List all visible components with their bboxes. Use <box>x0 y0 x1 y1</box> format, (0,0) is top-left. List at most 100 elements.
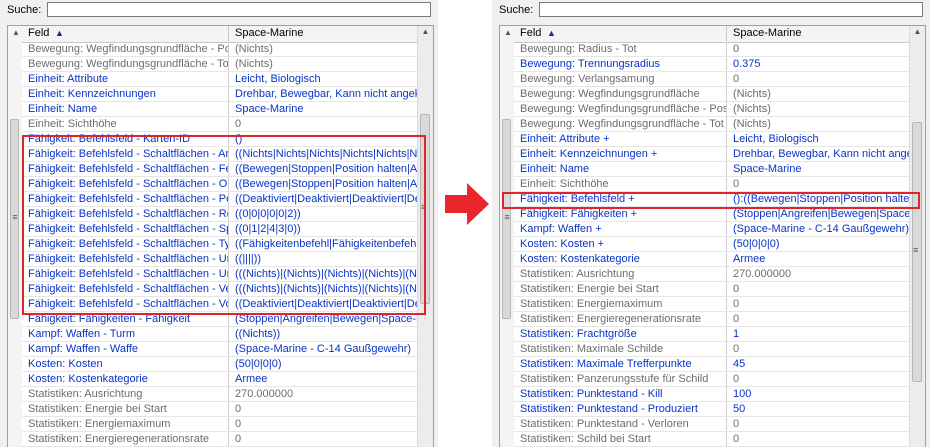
field-value-cell[interactable]: (Nichts) <box>229 42 418 56</box>
table-row[interactable]: Statistiken: Energieregenerationsrate 0 <box>22 432 418 447</box>
column-header-feld[interactable]: Feld ▲ <box>22 26 229 41</box>
table-row[interactable]: Statistiken: Energie bei Start 0 <box>22 402 418 417</box>
field-value-cell[interactable]: ((0|1|2|4|3|0)) <box>229 222 418 236</box>
field-value-cell[interactable]: 270.000000 <box>229 387 418 401</box>
table-row[interactable]: Fähigkeit: Befehlsfeld - Schaltflächen -… <box>22 222 418 237</box>
field-value-cell[interactable]: Drehbar, Bewegbar, Kann nicht angeklick <box>727 147 910 161</box>
field-value-cell[interactable]: (Stoppen|Angreifen|Bewegen|Space-Marin <box>229 312 418 326</box>
column-header-value[interactable]: Space-Marine <box>229 26 303 41</box>
field-value-cell[interactable]: 45 <box>727 357 910 371</box>
field-value-cell[interactable]: 0 <box>727 72 910 86</box>
field-value-cell[interactable]: Leicht, Biologisch <box>727 132 910 146</box>
table-row[interactable]: Kosten: Kostenkategorie Armee <box>22 372 418 387</box>
field-value-cell[interactable]: 0 <box>727 177 910 191</box>
table-row[interactable]: Statistiken: Energieregenerationsrate 0 <box>514 312 910 327</box>
field-value-cell[interactable]: 1 <box>727 327 910 341</box>
field-value-cell[interactable]: Drehbar, Bewegbar, Kann nicht angeklick <box>229 87 418 101</box>
table-row[interactable]: Kosten: Kosten + (50|0|0|0) <box>514 237 910 252</box>
field-value-cell[interactable]: ((0|0|0|0|0|2)) <box>229 207 418 221</box>
table-row[interactable]: Bewegung: Wegfindungsgrundfläche - Tot (N… <box>514 117 910 132</box>
table-row[interactable]: Bewegung: Wegfindungsgrundfläche - Posit… <box>514 102 910 117</box>
field-value-cell[interactable]: 100 <box>727 387 910 401</box>
field-value-cell[interactable]: 0 <box>727 312 910 326</box>
search-input[interactable] <box>47 2 431 17</box>
field-value-cell[interactable]: (((Nichts)|(Nichts)|(Nichts)|(Nichts)|(N… <box>229 267 418 281</box>
table-row[interactable]: Fähigkeit: Fähigkeiten - Fähigkeit (Stopp… <box>22 312 418 327</box>
table-row[interactable]: Statistiken: Maximale Schilde 0 <box>514 342 910 357</box>
field-value-cell[interactable]: 0 <box>229 402 418 416</box>
table-row[interactable]: Statistiken: Energiemaximum 0 <box>514 297 910 312</box>
table-row[interactable]: Statistiken: Energie bei Start 0 <box>514 282 910 297</box>
field-value-cell[interactable]: (50|0|0|0) <box>727 237 910 251</box>
table-row[interactable]: Fähigkeit: Befehlsfeld - Schaltflächen -… <box>22 147 418 162</box>
table-row[interactable]: Einheit: Attribute + Leicht, Biologisch <box>514 132 910 147</box>
field-value-cell[interactable]: (Space-Marine - C-14 Gaußgewehr):((Nich <box>727 222 910 236</box>
field-value-cell[interactable]: 0.375 <box>727 57 910 71</box>
field-value-cell[interactable]: (Nichts) <box>229 57 418 71</box>
field-value-cell[interactable]: ((Bewegen|Stoppen|Position halten|Angrei… <box>229 162 418 176</box>
field-value-cell[interactable]: 0 <box>727 297 910 311</box>
field-value-cell[interactable]: Space-Marine <box>229 102 418 116</box>
sort-ascending-icon[interactable]: ▲ <box>55 26 64 41</box>
field-value-cell[interactable]: 50 <box>727 402 910 416</box>
field-value-cell[interactable]: ((Deaktiviert|Deaktiviert|Deaktiviert|De… <box>229 192 418 206</box>
field-value-cell[interactable]: ((||||)) <box>229 252 418 266</box>
table-row[interactable]: Statistiken: Energiemaximum 0 <box>22 417 418 432</box>
table-row[interactable]: Fähigkeit: Befehlsfeld - Schaltflächen -… <box>22 207 418 222</box>
table-row[interactable]: Einheit: Name Space-Marine <box>514 162 910 177</box>
table-row[interactable]: Fähigkeit: Befehlsfeld - Schaltflächen -… <box>22 267 418 282</box>
table-row[interactable]: Statistiken: Ausrichtung 270.000000 <box>22 387 418 402</box>
table-row[interactable]: Statistiken: Punktestand - Verloren 0 <box>514 417 910 432</box>
table-row[interactable]: Fähigkeit: Befehlsfeld - Schaltflächen -… <box>22 177 418 192</box>
table-row[interactable]: Bewegung: Wegfindungsgrundfläche (Nichts) <box>514 87 910 102</box>
table-row[interactable]: Kosten: Kosten (50|0|0|0) <box>22 357 418 372</box>
table-row[interactable]: Einheit: Sichthöhe 0 <box>514 177 910 192</box>
field-value-cell[interactable]: ((Deaktiviert|Deaktiviert|Deaktiviert|De… <box>229 297 418 311</box>
collapse-all-icon[interactable]: ▲ <box>12 28 20 37</box>
field-value-cell[interactable]: ((Bewegen|Stoppen|Position halten|Angrei… <box>229 177 418 191</box>
field-value-cell[interactable]: 270.000000 <box>727 267 910 281</box>
table-row[interactable]: Statistiken: Ausrichtung 270.000000 <box>514 267 910 282</box>
field-value-cell[interactable]: () <box>229 132 418 146</box>
table-row[interactable]: Fähigkeit: Fähigkeiten + (Stoppen|Angreif… <box>514 207 910 222</box>
table-row[interactable]: Fähigkeit: Befehlsfeld + ():((Bewegen|Sto… <box>514 192 910 207</box>
field-value-cell[interactable]: ((Nichts)) <box>229 327 418 341</box>
field-value-cell[interactable]: Space-Marine <box>727 162 910 176</box>
field-value-cell[interactable]: Armee <box>727 252 910 266</box>
table-row[interactable]: Bewegung: Radius - Tot 0 <box>514 42 910 57</box>
table-row[interactable]: Bewegung: Verlangsamung 0 <box>514 72 910 87</box>
table-row[interactable]: Fähigkeit: Befehlsfeld - Schaltflächen -… <box>22 282 418 297</box>
field-value-cell[interactable]: ((Nichts|Nichts|Nichts|Nichts|Nichts|Nic… <box>229 147 418 161</box>
table-row[interactable]: Kampf: Waffen - Turm ((Nichts)) <box>22 327 418 342</box>
table-row[interactable]: Bewegung: Wegfindungsgrundfläche - Tot (N… <box>22 57 418 72</box>
field-value-cell[interactable]: 0 <box>727 42 910 56</box>
table-row[interactable]: Fähigkeit: Befehlsfeld - Karten-ID() <box>22 132 418 147</box>
table-row[interactable]: Statistiken: Maximale Trefferpunkte 45 <box>514 357 910 372</box>
table-row[interactable]: Statistiken: Punktestand - Produziert 50 <box>514 402 910 417</box>
field-value-cell[interactable]: (Stoppen|Angreifen|Bewegen|Space-Marin <box>727 207 910 221</box>
field-value-cell[interactable]: Leicht, Biologisch <box>229 72 418 86</box>
table-row[interactable]: Fähigkeit: Befehlsfeld - Schaltflächen -… <box>22 252 418 267</box>
column-header-feld[interactable]: Feld ▲ <box>514 26 727 41</box>
table-row[interactable]: Kampf: Waffen - Waffe (Space-Marine - C-1… <box>22 342 418 357</box>
table-row[interactable]: Einheit: Name Space-Marine <box>22 102 418 117</box>
field-value-cell[interactable]: (Nichts) <box>727 117 910 131</box>
field-value-cell[interactable]: 0 <box>727 432 910 446</box>
field-value-cell[interactable]: 0 <box>229 117 418 131</box>
field-value-cell[interactable]: 0 <box>727 282 910 296</box>
field-value-cell[interactable]: 0 <box>727 417 910 431</box>
vertical-scrollbar[interactable]: ▲ ≡ <box>909 26 925 447</box>
vertical-scrollbar[interactable]: ▲ ≡ <box>417 26 433 447</box>
field-value-cell[interactable]: (Nichts) <box>727 87 910 101</box>
field-value-cell[interactable]: (Nichts) <box>727 102 910 116</box>
field-value-cell[interactable]: (Space-Marine - C-14 Gaußgewehr) <box>229 342 418 356</box>
table-row[interactable]: Einheit: Kennzeichnungen + Drehbar, Beweg… <box>514 147 910 162</box>
table-row[interactable]: Statistiken: Schild bei Start 0 <box>514 432 910 447</box>
table-row[interactable]: Fähigkeit: Befehlsfeld - Schaltflächen -… <box>22 162 418 177</box>
table-row[interactable]: Bewegung: Trennungsradius 0.375 <box>514 57 910 72</box>
table-row[interactable]: Bewegung: Wegfindungsgrundfläche - Posit… <box>22 42 418 57</box>
collapse-all-icon[interactable]: ▲ <box>504 28 512 37</box>
table-row[interactable]: Fähigkeit: Befehlsfeld - Schaltflächen -… <box>22 237 418 252</box>
column-header-value[interactable]: Space-Marine <box>727 26 801 41</box>
field-value-cell[interactable]: ((Fähigkeitenbefehl|Fähigkeitenbefehl|Fä… <box>229 237 418 251</box>
